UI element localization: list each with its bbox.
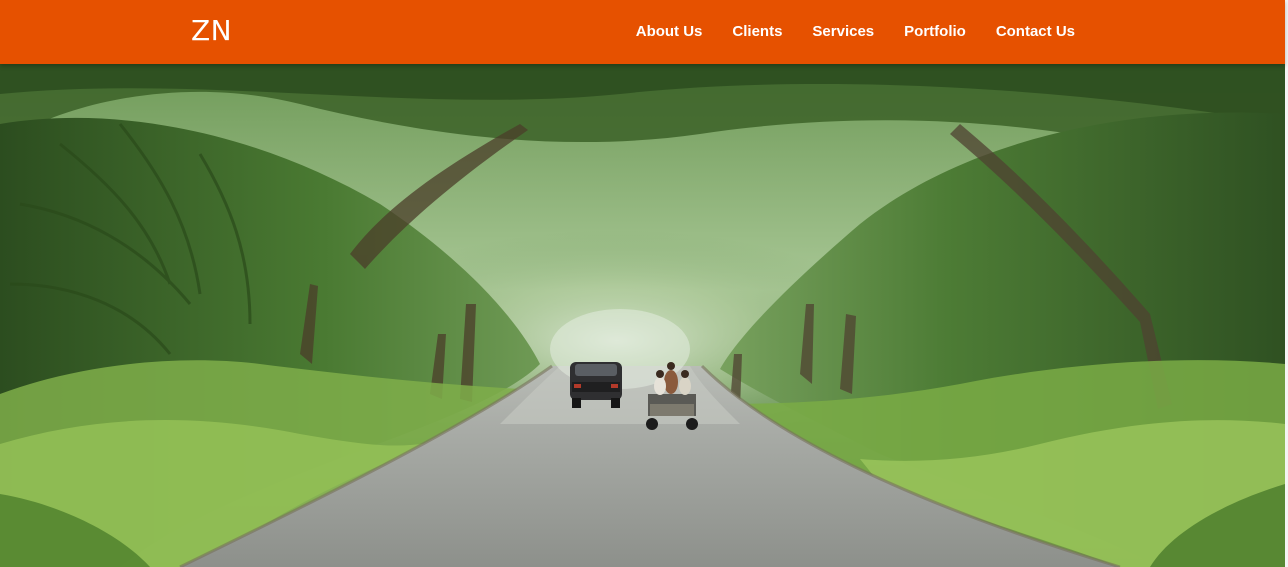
nav-link-services[interactable]: Services [797,0,889,64]
brand-logo[interactable]: ZN [191,14,232,48]
nav-link-portfolio[interactable]: Portfolio [889,0,981,64]
nav-link-clients[interactable]: Clients [717,0,797,64]
nav-link-about-us[interactable]: About Us [621,0,718,64]
top-navbar: ZN About Us Clients Services Portfolio C… [0,0,1285,64]
hero-image [0,64,1285,567]
hero-photo-illustration [0,64,1285,567]
main-nav: About Us Clients Services Portfolio Cont… [621,0,1088,64]
nav-link-contact-us[interactable]: Contact Us [981,0,1088,64]
